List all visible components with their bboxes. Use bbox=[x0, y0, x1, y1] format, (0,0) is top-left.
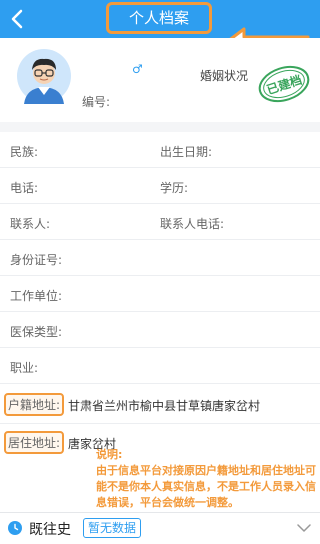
id-number-label: 身份证号: bbox=[10, 253, 63, 267]
medical-history-section[interactable]: 既往史 暂无数据 bbox=[0, 512, 320, 544]
annotation-note: 说明: 由于信息平台对接原因户籍地址和居住地址可能不是你本人真实信息，不是工作人… bbox=[96, 447, 316, 511]
occupation-label: 职业: bbox=[10, 361, 39, 375]
row-phone-education: 电话: 学历: bbox=[0, 168, 320, 204]
residence-address-label: 居住地址: bbox=[4, 431, 65, 454]
svg-text:已建档: 已建档 bbox=[265, 72, 304, 97]
chevron-down-icon[interactable] bbox=[297, 523, 311, 533]
row-insurance: 医保类型: bbox=[0, 312, 320, 348]
archived-stamp-icon: 已建档 bbox=[258, 65, 310, 103]
contact-label: 联系人: bbox=[10, 217, 51, 231]
work-unit-label: 工作单位: bbox=[10, 289, 63, 303]
record-number-label: 编号: bbox=[82, 95, 111, 109]
note-title: 说明: bbox=[96, 448, 123, 461]
row-hukou: 户籍地址: 甘肃省兰州市榆中县甘草镇唐家岔村 bbox=[0, 386, 320, 424]
contact-phone-label: 联系人电话: bbox=[160, 217, 225, 231]
profile-card: ♂ 婚姻状况 已建档 编号: bbox=[0, 38, 320, 122]
back-arrow-icon[interactable] bbox=[6, 7, 30, 31]
history-label: 既往史 bbox=[29, 522, 71, 538]
row-work-unit: 工作单位: bbox=[0, 276, 320, 312]
hukou-address-label: 户籍地址: bbox=[4, 393, 65, 416]
no-data-badge: 暂无数据 bbox=[83, 518, 142, 538]
page-title: 个人档案 bbox=[106, 2, 212, 34]
row-contact: 联系人: 联系人电话: bbox=[0, 204, 320, 240]
ethnicity-label: 民族: bbox=[10, 145, 39, 159]
row-occupation: 职业: bbox=[0, 348, 320, 384]
phone-label: 电话: bbox=[10, 181, 39, 195]
row-ethnicity-birth: 民族: 出生日期: bbox=[0, 132, 320, 168]
insurance-type-label: 医保类型: bbox=[10, 325, 63, 339]
gender-icon: ♂ bbox=[132, 62, 143, 76]
marital-status-label: 婚姻状况 bbox=[200, 69, 249, 83]
hukou-address-value: 甘肃省兰州市榆中县甘草镇唐家岔村 bbox=[68, 399, 261, 413]
avatar bbox=[17, 49, 71, 104]
education-label: 学历: bbox=[160, 181, 189, 195]
row-id-number: 身份证号: bbox=[0, 240, 320, 276]
clock-icon bbox=[8, 521, 22, 535]
note-body: 由于信息平台对接原因户籍地址和居住地址可能不是你本人真实信息，不是工作人员录入信… bbox=[96, 464, 316, 509]
birth-date-label: 出生日期: bbox=[160, 145, 213, 159]
